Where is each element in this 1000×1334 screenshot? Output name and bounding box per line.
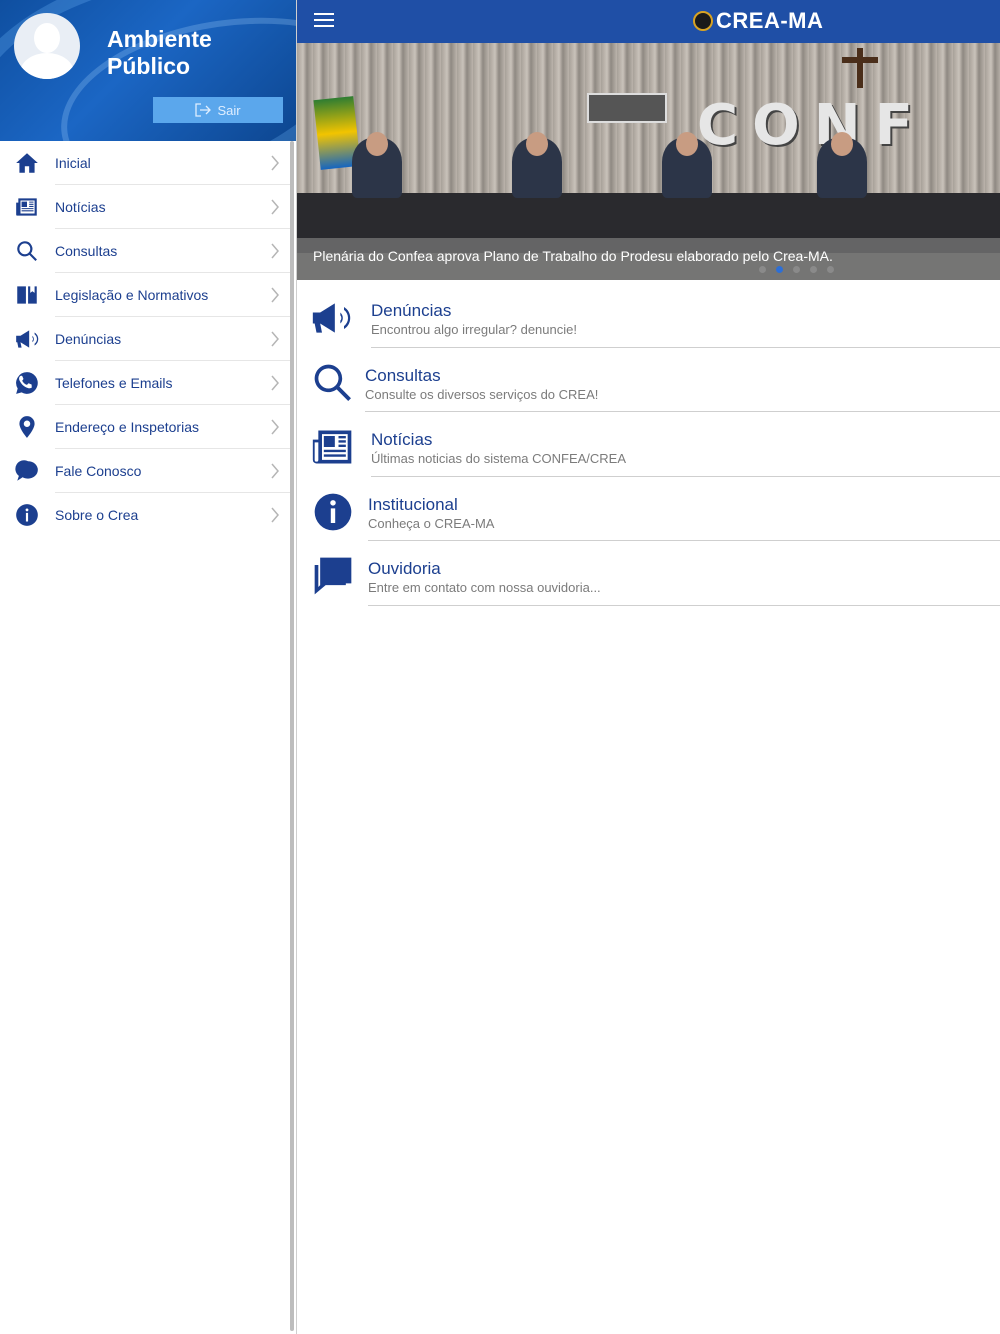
sidebar-item-label: Inicial [55, 155, 91, 171]
sidebar-item-label: Fale Conosco [55, 463, 142, 479]
search-icon [311, 361, 355, 405]
sidebar-item-label: Consultas [55, 243, 118, 259]
sidebar-item-label: Endereço e Inspetorias [55, 419, 199, 435]
feature-noticias[interactable]: Notícias Últimas noticias do sistema CON… [297, 412, 1000, 477]
feature-subtitle: Consulte os diversos serviços do CREA! [365, 386, 599, 402]
feature-consultas[interactable]: Consultas Consulte os diversos serviços … [297, 348, 1000, 412]
sidebar-item-consultas[interactable]: Consultas [0, 229, 292, 273]
chevron-right-icon [271, 419, 279, 435]
feature-title: Institucional [368, 494, 458, 514]
feature-title: Notícias [371, 430, 433, 449]
carousel-dots [759, 266, 834, 273]
newspaper-icon [311, 425, 355, 469]
logout-button[interactable]: Sair [153, 97, 283, 123]
feature-subtitle: Entre em contato com nossa ouvidoria... [368, 580, 601, 595]
carousel-caption: Plenária do Confea aprova Plano de Traba… [297, 238, 1000, 280]
carousel-dot[interactable] [759, 266, 766, 273]
carousel-dot[interactable] [827, 266, 834, 273]
person [352, 132, 402, 198]
sidebar-item-fale-conosco[interactable]: Fale Conosco [0, 449, 292, 493]
sidebar-item-inicial[interactable]: Inicial [0, 141, 292, 185]
feature-title: Consultas [365, 365, 441, 385]
feature-subtitle: Conheça o CREA-MA [368, 515, 495, 531]
sidebar-item-denuncias[interactable]: Denúncias [0, 317, 292, 361]
feature-subtitle: Encontrou algo irregular? denuncie! [371, 322, 577, 337]
sidebar-item-endereco[interactable]: Endereço e Inspetorias [0, 405, 292, 449]
sidebar-item-label: Telefones e Emails [55, 375, 173, 391]
sidebar-item-telefones[interactable]: Telefones e Emails [0, 361, 292, 405]
chevron-right-icon [271, 287, 279, 303]
sidebar-item-label: Notícias [55, 199, 106, 215]
person [662, 132, 712, 198]
chevron-right-icon [271, 507, 279, 523]
feature-denuncias[interactable]: Denúncias Encontrou algo irregular? denu… [297, 283, 1000, 348]
sidebar: Ambiente Público Sair Inicial Notícias C… [0, 0, 297, 1334]
feature-ouvidoria[interactable]: Ouvidoria Entre em contato com nossa ouv… [297, 541, 1000, 606]
feature-list: Denúncias Encontrou algo irregular? denu… [297, 283, 1000, 606]
info-icon [311, 490, 355, 534]
whatsapp-icon [14, 370, 40, 396]
megaphone-icon [311, 296, 355, 340]
carousel-dot[interactable] [793, 266, 800, 273]
wall-seal [587, 93, 667, 123]
chevron-right-icon [271, 155, 279, 171]
search-icon [14, 238, 40, 264]
avatar[interactable] [14, 13, 80, 79]
chevron-right-icon [271, 375, 279, 391]
sidebar-item-noticias[interactable]: Notícias [0, 185, 292, 229]
chevron-right-icon [271, 463, 279, 479]
feature-subtitle: Últimas noticias do sistema CONFEA/CREA [371, 451, 627, 466]
wall-lettering: CONF [697, 93, 927, 158]
person [512, 132, 562, 198]
megaphone-icon [14, 326, 40, 352]
feature-title: Ouvidoria [368, 559, 441, 578]
location-pin-icon [14, 414, 40, 440]
sidebar-item-label: Legislação e Normativos [55, 287, 209, 303]
crucifix [857, 48, 863, 88]
sidebar-item-label: Sobre o Crea [55, 507, 139, 523]
carousel-dot[interactable] [810, 266, 817, 273]
top-bar: CREA-MA [297, 0, 1000, 43]
sidebar-item-sobre[interactable]: Sobre o Crea [0, 493, 292, 537]
chevron-right-icon [271, 243, 279, 259]
sidebar-item-legislacao[interactable]: Legislação e Normativos [0, 273, 292, 317]
sidebar-scrollbar[interactable] [290, 141, 294, 1331]
carousel-dot-active[interactable] [776, 266, 783, 273]
chat-bubble-icon [14, 458, 40, 484]
brand-text: CREA-MA [716, 8, 824, 33]
feature-institucional[interactable]: Institucional Conheça o CREA-MA [297, 477, 1000, 541]
feature-title: Denúncias [371, 301, 452, 320]
person [817, 132, 867, 198]
sidebar-item-label: Denúncias [55, 331, 122, 347]
sidebar-header: Ambiente Público Sair [0, 0, 297, 141]
chevron-right-icon [271, 199, 279, 215]
chevron-right-icon [271, 331, 279, 347]
brand-logo: CREA-MA [693, 8, 823, 34]
home-icon [14, 150, 40, 176]
newspaper-icon [14, 194, 40, 220]
logout-label: Sair [217, 102, 241, 118]
hamburger-menu-icon[interactable] [314, 13, 334, 29]
info-icon [14, 502, 40, 528]
chat-bubble-icon [311, 554, 355, 598]
book-icon [14, 282, 40, 308]
sidebar-menu: Inicial Notícias Consultas Legislação e … [0, 141, 292, 537]
sidebar-title: Ambiente Público [107, 26, 212, 79]
crea-emblem-icon [693, 11, 713, 31]
news-carousel[interactable]: CONF Plenária do Confea aprova Plano de … [297, 43, 1000, 280]
logout-icon [195, 103, 212, 117]
